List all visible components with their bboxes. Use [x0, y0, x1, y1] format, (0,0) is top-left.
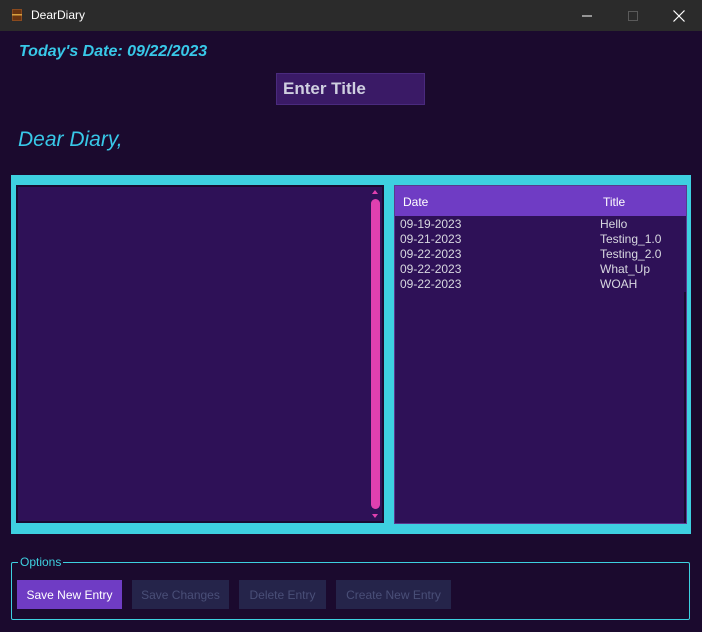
entry-title: Hello	[600, 217, 628, 231]
options-group-label: Options	[18, 555, 64, 569]
minimize-icon	[582, 15, 592, 16]
table-row[interactable]: 09-22-2023 What_Up	[395, 262, 686, 277]
scroll-down-arrow-icon[interactable]	[372, 514, 378, 518]
delete-entry-button[interactable]: Delete Entry	[239, 580, 326, 609]
entry-date: 09-19-2023	[400, 217, 462, 231]
title-bar: DearDiary	[0, 0, 702, 31]
entries-table: Date Title 09-19-2023 Hello 09-21-2023 T…	[394, 185, 687, 524]
entry-title: What_Up	[600, 262, 651, 276]
scroll-up-arrow-icon[interactable]	[372, 190, 378, 194]
entry-title: Testing_1.0	[600, 232, 662, 246]
entry-date: 09-21-2023	[400, 232, 462, 246]
dear-diary-label: Dear Diary,	[18, 128, 123, 151]
create-new-entry-button[interactable]: Create New Entry	[336, 580, 451, 609]
entry-date: 09-22-2023	[400, 247, 462, 261]
table-row[interactable]: 09-21-2023 Testing_1.0	[395, 232, 686, 247]
minimize-button[interactable]	[564, 0, 610, 31]
table-row[interactable]: 09-22-2023 Testing_2.0	[395, 247, 686, 262]
column-header-date[interactable]: Date	[403, 195, 428, 209]
entry-title: Testing_2.0	[600, 247, 662, 261]
close-button[interactable]	[656, 0, 702, 31]
window-title: DearDiary	[31, 8, 86, 22]
editor-scrollbar[interactable]	[369, 187, 382, 521]
table-edge-divider	[684, 292, 686, 523]
column-header-title[interactable]: Title	[603, 195, 625, 209]
maximize-button[interactable]	[610, 0, 656, 31]
entry-date: 09-22-2023	[400, 262, 462, 276]
maximize-icon	[628, 10, 638, 21]
diary-text-area[interactable]	[16, 185, 384, 523]
table-row[interactable]: 09-22-2023 WOAH	[395, 277, 686, 292]
entry-title-input[interactable]	[276, 73, 425, 105]
book-icon	[12, 9, 22, 21]
save-changes-button[interactable]: Save Changes	[132, 580, 229, 609]
close-icon	[673, 9, 685, 22]
todays-date-label: Today's Date: 09/22/2023	[19, 43, 208, 60]
entry-title: WOAH	[600, 277, 638, 291]
table-row[interactable]: 09-19-2023 Hello	[395, 217, 686, 232]
save-new-entry-button[interactable]: Save New Entry	[17, 580, 122, 609]
scroll-thumb[interactable]	[371, 199, 380, 509]
table-header: Date Title	[395, 186, 686, 216]
table-body: 09-19-2023 Hello 09-21-2023 Testing_1.0 …	[395, 217, 686, 292]
entry-date: 09-22-2023	[400, 277, 462, 291]
